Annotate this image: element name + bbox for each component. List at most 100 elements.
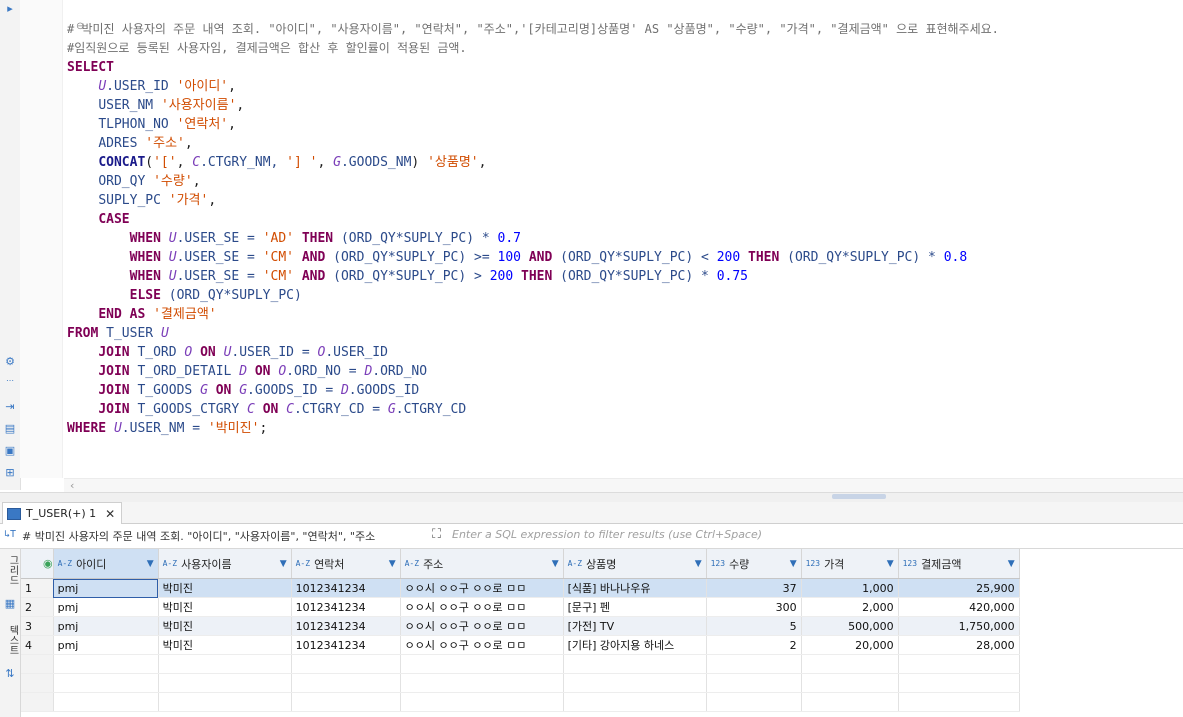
code-line[interactable]: TLPHON_NO '연락처',: [67, 115, 999, 134]
table-cell[interactable]: ㅇㅇ시 ㅇㅇ구 ㅇㅇ로 ㅁㅁ: [400, 597, 564, 617]
code-line[interactable]: # 박미진 사용자의 주문 내역 조회. "아이디", "사용자이름", "연락…: [67, 20, 999, 39]
column-header[interactable]: A-Z 아이디 ▼: [53, 549, 159, 579]
table-cell[interactable]: [가전] TV: [563, 616, 707, 636]
table-cell[interactable]: 박미진: [158, 635, 292, 655]
column-header[interactable]: A-Z 사용자이름 ▼: [158, 549, 292, 579]
table-row[interactable]: 4 pmj 박미진 1012341234 ㅇㅇ시 ㅇㅇ구 ㅇㅇ로 ㅁㅁ [기타] 강아지용…: [21, 635, 1020, 655]
table-cell[interactable]: 1012341234: [291, 635, 401, 655]
table-cell[interactable]: 박미진: [158, 578, 292, 598]
record-icon[interactable]: ⇅: [2, 667, 18, 683]
sort-icon[interactable]: ▼: [147, 559, 154, 569]
code-line[interactable]: CONCAT('[', C.CTGRY_NM, '] ', G.GOODS_NM…: [67, 153, 999, 172]
code-line[interactable]: WHEN U.USER_SE = 'CM' AND (ORD_QY*SUPLY_…: [67, 267, 999, 286]
table-cell[interactable]: pmj: [53, 616, 159, 636]
table-cell[interactable]: 5: [706, 616, 802, 636]
code-line[interactable]: #임직원으로 등록된 사용자임, 결제금액은 합산 후 할인률이 적용된 금액.: [67, 39, 999, 58]
code-line[interactable]: CASE: [67, 210, 999, 229]
table-cell[interactable]: pmj: [53, 635, 159, 655]
select-all-icon[interactable]: ◉: [21, 557, 53, 570]
row-header-corner[interactable]: ◉: [21, 549, 54, 579]
table-cell[interactable]: 2,000: [801, 597, 899, 617]
filter-input[interactable]: Enter a SQL expression to filter results…: [452, 528, 762, 541]
splitter-handle[interactable]: [832, 494, 886, 499]
sql-code[interactable]: # 박미진 사용자의 주문 내역 조회. "아이디", "사용자이름", "연락…: [67, 20, 999, 438]
code-line[interactable]: USER_NM '사용자이름',: [67, 96, 999, 115]
side-tab-text[interactable]: 텍스트: [0, 623, 20, 657]
sort-icon[interactable]: ▼: [695, 559, 702, 569]
code-line[interactable]: JOIN T_ORD_DETAIL D ON O.ORD_NO = D.ORD_…: [67, 362, 999, 381]
outline-icon[interactable]: ⊞: [2, 466, 18, 482]
table-cell[interactable]: 1012341234: [291, 616, 401, 636]
code-line[interactable]: ORD_QY '수량',: [67, 172, 999, 191]
table-cell[interactable]: 25,900: [898, 578, 1020, 598]
sql-editor[interactable]: ⊖ # 박미진 사용자의 주문 내역 조회. "아이디", "사용자이름", "…: [20, 0, 1183, 478]
table-cell[interactable]: 1012341234: [291, 578, 401, 598]
table-cell[interactable]: 1012341234: [291, 597, 401, 617]
code-line[interactable]: FROM T_USER U: [67, 324, 999, 343]
code-line[interactable]: JOIN T_GOODS_CTGRY C ON C.CTGRY_CD = G.C…: [67, 400, 999, 419]
table-cell[interactable]: 420,000: [898, 597, 1020, 617]
table-cell[interactable]: pmj: [53, 597, 159, 617]
table-cell[interactable]: ㅇㅇ시 ㅇㅇ구 ㅇㅇ로 ㅁㅁ: [400, 616, 564, 636]
table-row[interactable]: 3 pmj 박미진 1012341234 ㅇㅇ시 ㅇㅇ구 ㅇㅇ로 ㅁㅁ [가전] TV 5 5…: [21, 616, 1020, 636]
code-line[interactable]: JOIN T_GOODS G ON G.GOODS_ID = D.GOODS_I…: [67, 381, 999, 400]
table-cell[interactable]: 2: [706, 635, 802, 655]
table-cell[interactable]: pmj: [53, 578, 159, 598]
code-line[interactable]: JOIN T_ORD O ON U.USER_ID = O.USER_ID: [67, 343, 999, 362]
code-line[interactable]: WHEN U.USER_SE = 'AD' THEN (ORD_QY*SUPLY…: [67, 229, 999, 248]
code-line[interactable]: SELECT: [67, 58, 999, 77]
expand-icon[interactable]: ⛶: [432, 527, 441, 542]
row-number[interactable]: 2: [21, 597, 54, 617]
table-cell[interactable]: 박미진: [158, 597, 292, 617]
side-tab-grid[interactable]: 그리드: [0, 553, 20, 587]
table-cell[interactable]: ㅇㅇ시 ㅇㅇ구 ㅇㅇ로 ㅁㅁ: [400, 578, 564, 598]
row-number[interactable]: 1: [21, 578, 54, 598]
variables-icon[interactable]: ▣: [2, 444, 18, 460]
file-warning-icon[interactable]: ▤: [2, 422, 18, 438]
column-header[interactable]: 123 결제금액 ▼: [898, 549, 1020, 579]
code-line[interactable]: END AS '결제금액': [67, 305, 999, 324]
table-row[interactable]: 1 pmj 박미진 1012341234 ㅇㅇ시 ㅇㅇ구 ㅇㅇ로 ㅁㅁ [식품] 바나나우…: [21, 578, 1020, 598]
column-header[interactable]: 123 수량 ▼: [706, 549, 802, 579]
table-cell[interactable]: ㅇㅇ시 ㅇㅇ구 ㅇㅇ로 ㅁㅁ: [400, 635, 564, 655]
editor-horizontal-scrollbar[interactable]: ‹: [64, 478, 1183, 493]
table-cell[interactable]: 1,000: [801, 578, 899, 598]
result-tab[interactable]: T_USER(+) 1 ✕: [2, 502, 123, 524]
code-line[interactable]: ADRES '주소',: [67, 134, 999, 153]
code-line[interactable]: SUPLY_PC '가격',: [67, 191, 999, 210]
sort-icon[interactable]: ▼: [1008, 559, 1015, 569]
terminal-icon[interactable]: ▸: [2, 2, 18, 18]
column-header[interactable]: A-Z 주소 ▼: [400, 549, 564, 579]
column-header[interactable]: A-Z 연락처 ▼: [291, 549, 401, 579]
code-line[interactable]: WHEN U.USER_SE = 'CM' AND (ORD_QY*SUPLY_…: [67, 248, 999, 267]
scroll-left-icon[interactable]: ‹: [70, 479, 74, 492]
result-grid[interactable]: ◉ A-Z 아이디 ▼ A-Z 사용자이름 ▼ A-Z 연락처 ▼ A-Z 주소 ▼ A-Z 상품명 ▼ 123…: [21, 549, 1183, 717]
row-number[interactable]: 3: [21, 616, 54, 636]
table-cell[interactable]: 20,000: [801, 635, 899, 655]
sort-icon[interactable]: ▼: [790, 559, 797, 569]
table-cell[interactable]: 1,750,000: [898, 616, 1020, 636]
close-icon[interactable]: ✕: [105, 507, 115, 521]
code-line[interactable]: ELSE (ORD_QY*SUPLY_PC): [67, 286, 999, 305]
code-line[interactable]: WHERE U.USER_NM = '박미진';: [67, 419, 999, 438]
row-number[interactable]: 4: [21, 635, 54, 655]
table-cell[interactable]: 300: [706, 597, 802, 617]
sort-icon[interactable]: ▼: [280, 559, 287, 569]
column-header[interactable]: A-Z 상품명 ▼: [563, 549, 707, 579]
gear-icon[interactable]: ⚙: [2, 355, 18, 371]
table-cell[interactable]: [기타] 강아지용 하네스: [563, 635, 707, 655]
sql-filter-icon[interactable]: ↳T: [4, 529, 16, 540]
sort-icon[interactable]: ▼: [389, 559, 396, 569]
table-cell[interactable]: [식품] 바나나우유: [563, 578, 707, 598]
grid-icon[interactable]: ▦: [2, 597, 18, 613]
sort-icon[interactable]: ▼: [552, 559, 559, 569]
export-icon[interactable]: ⇥: [2, 400, 18, 416]
column-header[interactable]: 123 가격 ▼: [801, 549, 899, 579]
table-cell[interactable]: [문구] 펜: [563, 597, 707, 617]
table-cell[interactable]: 박미진: [158, 616, 292, 636]
code-line[interactable]: U.USER_ID '아이디',: [67, 77, 999, 96]
table-cell[interactable]: 28,000: [898, 635, 1020, 655]
table-cell[interactable]: 37: [706, 578, 802, 598]
table-cell[interactable]: 500,000: [801, 616, 899, 636]
sort-icon[interactable]: ▼: [887, 559, 894, 569]
